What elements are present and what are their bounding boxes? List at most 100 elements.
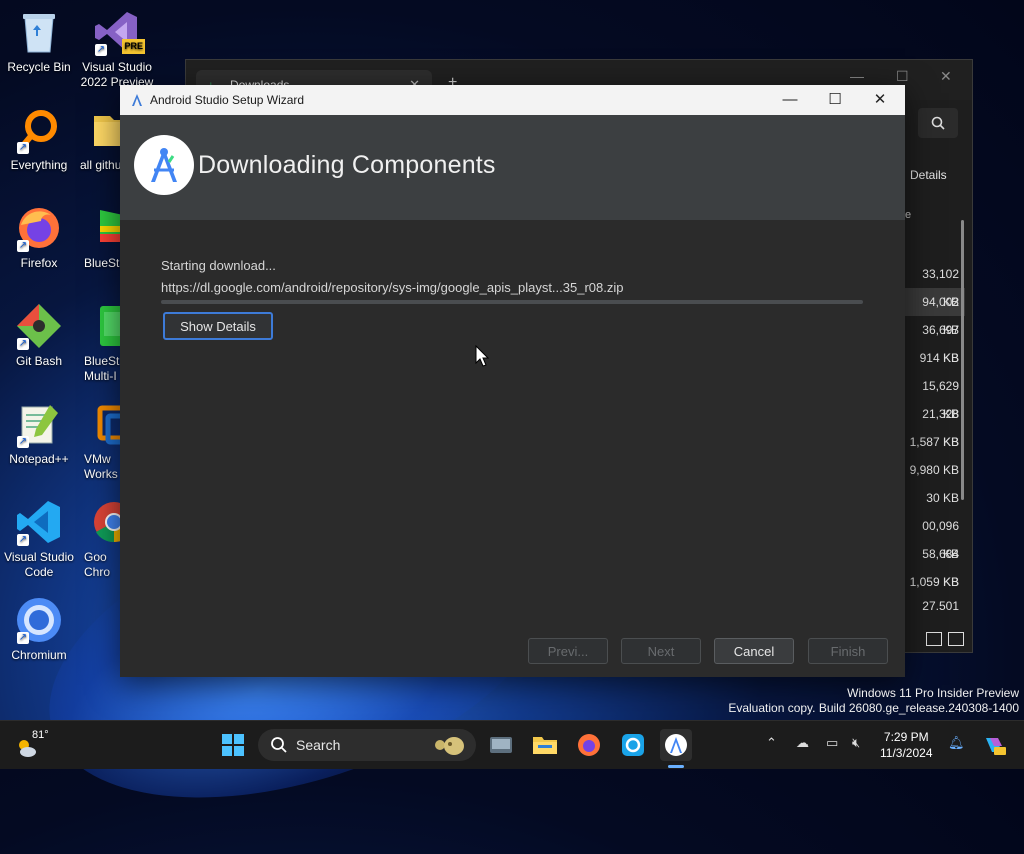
desktop-icon-bluestacks[interactable]: BlueSta bbox=[78, 204, 122, 271]
download-status-text: Starting download... bbox=[161, 258, 276, 273]
watermark-line1: Windows 11 Pro Insider Preview bbox=[847, 686, 1019, 700]
start-button[interactable] bbox=[218, 729, 248, 761]
desktop-icon-label: VMw Works bbox=[84, 452, 118, 481]
copilot-preview-icon bbox=[986, 738, 1006, 755]
vertical-scrollbar[interactable] bbox=[961, 220, 964, 500]
firefox-icon: ↗ bbox=[15, 204, 63, 252]
desktop-icon-label: Goo Chro bbox=[84, 550, 111, 579]
desktop-icon-firefox[interactable]: ↗ Firefox bbox=[0, 204, 78, 271]
wizard-body: Starting download... https://dl.google.c… bbox=[120, 220, 905, 677]
file-size-cell: 00,096 KB bbox=[922, 519, 959, 561]
file-size-cell: 914 KB bbox=[919, 351, 959, 365]
git-bash-icon: ↗ bbox=[15, 302, 63, 350]
minimize-icon[interactable]: — bbox=[850, 68, 864, 84]
desktop-icon-google-chrome[interactable]: Goo Chro bbox=[78, 498, 122, 580]
desktop-icon-visual-studio-code[interactable]: ↗ Visual Studio Code bbox=[0, 498, 78, 580]
window-title: Android Studio Setup Wizard bbox=[150, 93, 305, 107]
desktop-icon-notepad-plus-plus[interactable]: ↗ Notepad++ bbox=[0, 400, 78, 467]
file-size-cell: 33,102 KB bbox=[922, 267, 959, 309]
next-button[interactable]: Next bbox=[621, 638, 701, 664]
clock-date: 11/3/2024 bbox=[880, 746, 933, 760]
download-progress-bar bbox=[161, 300, 863, 304]
android-studio-icon bbox=[665, 734, 687, 756]
volume-muted-icon[interactable]: 🔇︎ bbox=[852, 735, 860, 751]
desktop-icon-vmware-workstation[interactable]: VMw Works bbox=[78, 400, 122, 482]
taskbar-app-android-studio[interactable] bbox=[660, 729, 692, 761]
desktop-icon-label: Recycle Bin bbox=[7, 60, 71, 74]
close-icon[interactable]: ✕ bbox=[865, 89, 895, 111]
file-size-cell: 1,587 KB bbox=[909, 435, 959, 449]
taskbar-search[interactable]: Search bbox=[258, 729, 476, 761]
file-size-cell: 21,328 KB bbox=[922, 407, 959, 449]
android-studio-icon bbox=[132, 94, 142, 106]
desktop-icon-label: BlueSta bbox=[84, 256, 122, 270]
chrome-icon bbox=[90, 498, 122, 546]
mouse-cursor-icon bbox=[475, 345, 489, 367]
file-explorer-icon bbox=[533, 737, 557, 754]
finish-button[interactable]: Finish bbox=[808, 638, 888, 664]
taskbar-app-photos[interactable] bbox=[486, 729, 516, 761]
minimize-icon[interactable]: — bbox=[775, 89, 805, 111]
shortcut-arrow-icon: ↗ bbox=[17, 632, 29, 644]
maximize-icon[interactable]: ☐ bbox=[896, 68, 909, 85]
shortcut-arrow-icon: ↗ bbox=[17, 240, 29, 252]
file-size-cell: 58,684 KB bbox=[922, 547, 959, 589]
clock-time: 7:29 PM bbox=[883, 730, 929, 744]
file-size-cell: 27,501 KB bbox=[922, 599, 959, 610]
desktop-icon-recycle-bin[interactable]: Recycle Bin bbox=[0, 8, 78, 75]
previous-button[interactable]: Previ... bbox=[528, 638, 608, 664]
dialog-titlebar[interactable]: Android Studio Setup Wizard — ☐ ✕ bbox=[120, 85, 905, 115]
display-icon[interactable]: ▭ bbox=[826, 735, 838, 751]
visual-studio-preview-icon: PRE ↗ bbox=[93, 8, 145, 56]
desktop-icon-label: Firefox bbox=[20, 256, 58, 270]
close-icon[interactable]: ✕ bbox=[940, 68, 952, 85]
preview-badge: PRE bbox=[122, 39, 145, 54]
bluestacks-icon bbox=[90, 204, 122, 252]
file-size-cell: 1,059 KB bbox=[909, 575, 959, 589]
view-toggle-buttons bbox=[926, 632, 964, 646]
taskbar-app-firefox[interactable] bbox=[574, 729, 604, 761]
notification-bell-icon[interactable]: 🔔︎ bbox=[948, 735, 965, 751]
copilot-button[interactable] bbox=[980, 729, 1008, 761]
chevron-up-icon[interactable]: ⌃ bbox=[766, 735, 777, 751]
onedrive-offline-icon[interactable]: ☁ bbox=[796, 735, 809, 751]
desktop-icon-label: Git Bash bbox=[15, 354, 63, 368]
desktop-icon-chromium[interactable]: ↗ Chromium bbox=[0, 596, 78, 663]
desktop-icon-visual-studio-2022-preview[interactable]: PRE ↗ Visual Studio 2022 Preview bbox=[78, 8, 156, 90]
file-size-cell: 94,002 KB bbox=[905, 288, 965, 337]
taskbar-clock[interactable]: 7:29 PM 11/3/2024 bbox=[880, 729, 933, 761]
maximize-icon[interactable]: ☐ bbox=[820, 89, 850, 111]
android-studio-logo bbox=[134, 135, 194, 195]
search-label: Search bbox=[296, 737, 341, 753]
details-view-icon[interactable] bbox=[926, 632, 942, 646]
desktop-icon-label: Everything bbox=[10, 158, 68, 172]
search-highlight-icon bbox=[435, 737, 464, 755]
search-icon bbox=[931, 116, 945, 130]
setup-wizard-dialog: Android Studio Setup Wizard — ☐ ✕ Downlo… bbox=[120, 85, 905, 677]
file-size-cell: 15,629 KB bbox=[922, 379, 959, 421]
everything-search-icon: ↗ bbox=[15, 106, 63, 154]
desktop-icon-git-bash[interactable]: ↗ Git Bash bbox=[0, 302, 78, 369]
taskbar-app-file-explorer[interactable] bbox=[530, 729, 560, 761]
vmware-icon bbox=[90, 400, 122, 448]
explorer-search-button[interactable] bbox=[918, 108, 958, 138]
desktop-icon-everything[interactable]: ↗ Everything bbox=[0, 106, 78, 173]
download-url-text: https://dl.google.com/android/repository… bbox=[161, 280, 624, 295]
show-details-button[interactable]: Show Details bbox=[163, 312, 273, 340]
desktop-icon-bluestacks-multi[interactable]: BlueSt Multi-I bbox=[78, 302, 122, 384]
recycle-bin-icon bbox=[15, 8, 63, 56]
file-size-column: 33,102 KB 94,002 KB 36,697 KB 914 KB 15,… bbox=[905, 260, 965, 610]
desktop-icon-label: Notepad++ bbox=[9, 452, 69, 466]
taskbar-app-sync[interactable] bbox=[618, 729, 648, 761]
shortcut-arrow-icon: ↗ bbox=[17, 534, 29, 546]
details-pane-button[interactable]: Details bbox=[910, 168, 947, 182]
desktop-icon-label: Chromium bbox=[11, 648, 67, 662]
file-size-cell: 9,980 KB bbox=[909, 463, 959, 477]
tiles-view-icon[interactable] bbox=[948, 632, 964, 646]
cancel-button[interactable]: Cancel bbox=[714, 638, 794, 664]
chromium-icon: ↗ bbox=[15, 596, 63, 644]
wizard-header: Downloading Components bbox=[120, 115, 905, 220]
search-icon bbox=[271, 737, 287, 753]
sync-app-icon bbox=[622, 734, 644, 756]
shortcut-arrow-icon: ↗ bbox=[95, 44, 107, 56]
